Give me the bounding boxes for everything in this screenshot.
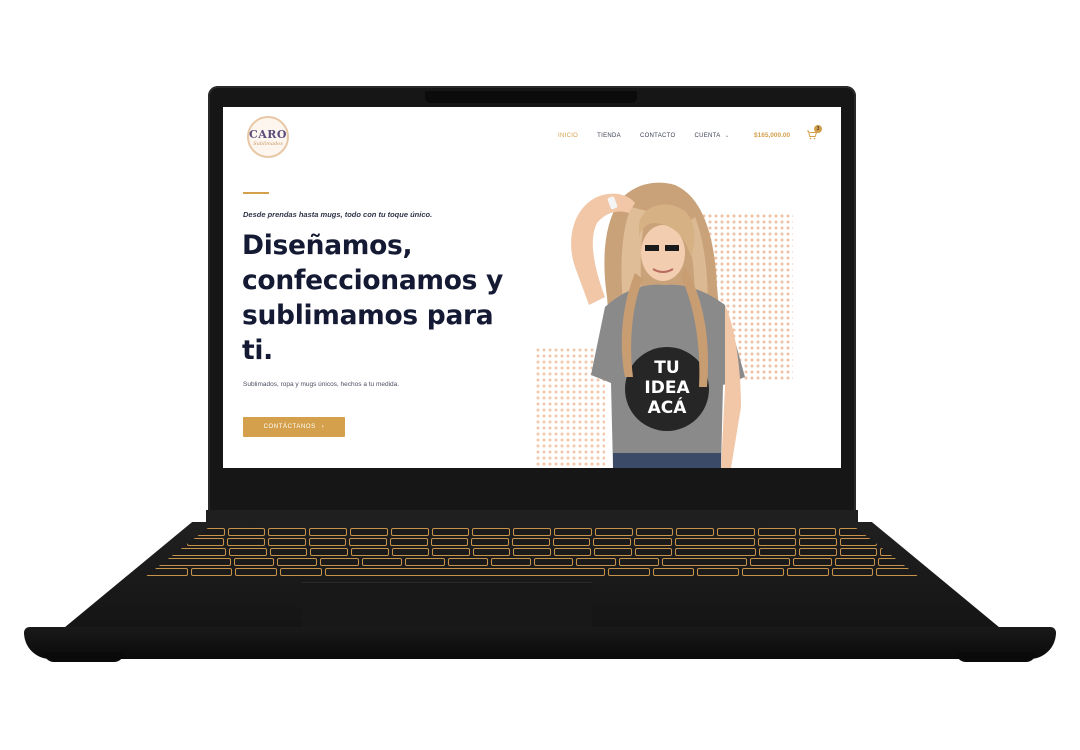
website-screen: CARO Sublimados INICIO TIENDA CONTACTO C… [223,107,841,468]
shirt-print-line3: ACÁ [648,396,688,418]
cart-total[interactable]: $165,000.00 [754,132,790,139]
laptop-touchpad [302,582,592,627]
accent-divider [243,192,269,194]
shirt-print-line1: TU [654,358,679,378]
cart-count-badge: 3 [814,125,822,133]
nav-item-cuenta-label: CUENTA [694,133,721,139]
logo-name: CARO [249,128,288,141]
laptop-camera-bar [425,91,637,103]
nav-item-inicio[interactable]: INICIO [558,133,578,139]
contact-button-label: CONTÁCTANOS [263,424,316,430]
hero-tagline: Desde prendas hasta mugs, todo con tu to… [243,210,433,219]
laptop-front-edge [24,627,1056,659]
contact-button[interactable]: CONTÁCTANOS › [243,417,345,437]
brand-logo[interactable]: CARO Sublimados [247,116,289,158]
hero-subtext: Sublimados, ropa y mugs únicos, hechos a… [243,381,400,388]
nav-item-tienda[interactable]: TIENDA [597,133,621,139]
chevron-right-icon: › [321,424,325,430]
nav-item-contacto[interactable]: CONTACTO [640,133,676,139]
shirt-print-line2: IDEA [644,378,690,398]
hero-model-image: TU IDEA ACÁ [571,182,745,468]
nav-item-cuenta[interactable]: CUENTA ⌄ [694,132,729,139]
laptop-foot [44,652,124,662]
main-nav: INICIO TIENDA CONTACTO CUENTA ⌄ [558,132,730,140]
logo-subtitle: Sublimados [253,141,283,147]
chevron-down-icon: ⌄ [724,133,730,139]
laptop-keyboard [146,528,918,576]
hero-headline: Diseñamos, confeccionamos y sublimamos p… [242,230,504,366]
laptop-foot [956,652,1036,662]
